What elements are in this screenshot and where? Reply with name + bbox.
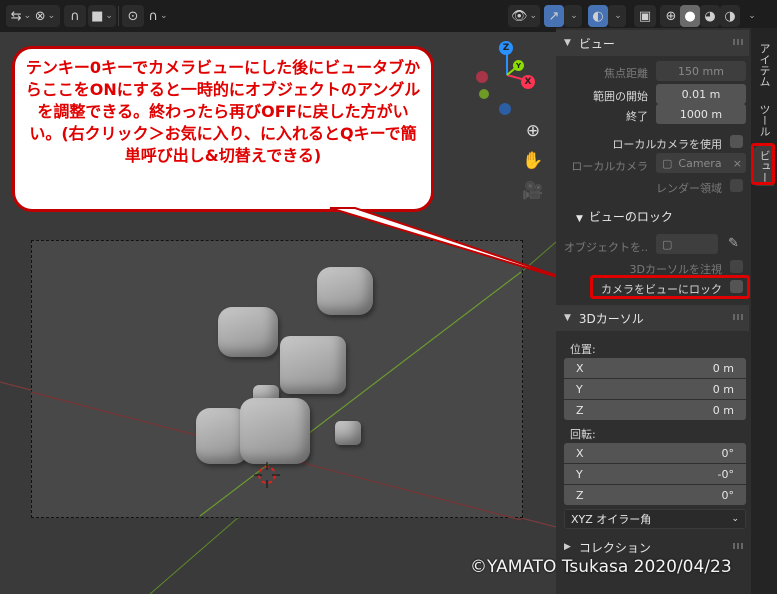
camera-lock-highlight-box <box>590 275 750 299</box>
focal-length-label: 焦点距離 <box>604 67 648 80</box>
drag-grip-icon[interactable] <box>733 543 743 549</box>
axis-label: Z <box>576 403 584 417</box>
local-camera-label: ローカルカメラ <box>571 160 648 173</box>
axis-value: 0° <box>721 446 735 460</box>
local-camera-checkbox[interactable] <box>730 135 743 148</box>
rotation-mode-value: XYZ オイラー角 <box>571 513 652 526</box>
view-panel-title: ビュー <box>578 36 615 51</box>
clip-start-label: 範囲の開始 <box>593 90 648 103</box>
chevron-down-icon: ⌄ <box>731 514 739 524</box>
expand-triangle-icon: ▼ <box>564 313 571 323</box>
lock-object-label: オブジェクトを.. <box>564 241 648 254</box>
axis-label: Y <box>576 382 583 396</box>
axis-value: 0° <box>721 488 735 502</box>
cursor-rotation-y[interactable]: Y -0° <box>564 464 746 484</box>
cursor-panel-header[interactable]: ▼ 3Dカーソル <box>556 305 749 331</box>
local-camera-toggle-label: ローカルカメラを使用 <box>612 138 722 151</box>
cursor-rotation-x[interactable]: X 0° <box>564 443 746 463</box>
object-icon: ▢ <box>662 237 673 251</box>
axis-value: 0 m <box>712 382 734 396</box>
cursor-panel-title: 3Dカーソル <box>578 311 644 326</box>
render-region-label: レンダー領域 <box>656 182 722 195</box>
cursor-lock-checkbox[interactable] <box>730 260 743 273</box>
tab-tool-label: ツール <box>758 103 771 137</box>
axis-value: 0 m <box>712 361 734 375</box>
eyedropper-icon[interactable]: ✎ <box>728 236 739 251</box>
axis-label: X <box>576 361 584 375</box>
sidebar-tabs: アイテム ツール ビュー <box>751 28 777 594</box>
cursor-rotation-label: 回転: <box>570 428 596 441</box>
cursor-location-label: 位置: <box>570 343 596 356</box>
drag-grip-icon[interactable] <box>733 314 743 320</box>
tab-tool[interactable]: ツール <box>754 98 774 142</box>
view-panel-header[interactable]: ▼ ビュー <box>556 30 749 56</box>
copyright-text: ©YAMATO Tsukasa 2020/04/23 <box>470 557 732 577</box>
axis-value: -0° <box>717 467 734 481</box>
local-camera-value: Camera <box>678 156 722 170</box>
clip-start-field[interactable]: 0.01 m <box>656 84 746 104</box>
drag-grip-icon[interactable] <box>733 39 743 45</box>
cursor-location-z[interactable]: Z 0 m <box>564 400 746 420</box>
focal-length-field[interactable]: 150 mm <box>656 61 746 81</box>
axis-label: Z <box>576 488 584 502</box>
axis-label: Y <box>576 467 583 481</box>
camera-icon: ▢ <box>662 156 673 170</box>
axis-label: X <box>576 446 584 460</box>
view-lock-header[interactable]: ▼ ビューのロック <box>576 208 673 225</box>
collection-panel-title: コレクション <box>578 540 651 555</box>
axis-value: 0 m <box>712 403 734 417</box>
view-lock-title: ビューのロック <box>588 210 673 224</box>
cursor-location-y[interactable]: Y 0 m <box>564 379 746 399</box>
expand-triangle-icon: ▼ <box>564 38 571 48</box>
sidebar: ▼ ビュー 焦点距離 150 mm 範囲の開始 0.01 m 終了 1000 m… <box>556 28 751 594</box>
lock-object-field[interactable]: ▢ <box>656 234 718 254</box>
expand-triangle-icon: ▼ <box>576 214 583 224</box>
cursor-location-x[interactable]: X 0 m <box>564 358 746 378</box>
clip-end-label: 終了 <box>626 110 648 123</box>
collapsed-triangle-icon: ▶ <box>564 542 571 552</box>
tab-item-label: アイテム <box>758 43 771 87</box>
rotation-mode-select[interactable]: XYZ オイラー角 ⌄ <box>564 509 746 529</box>
clear-icon[interactable]: × <box>733 157 742 170</box>
clip-end-field[interactable]: 1000 m <box>656 104 746 124</box>
local-camera-field[interactable]: ▢ Camera × <box>656 153 746 173</box>
tab-highlight-box <box>751 143 775 185</box>
render-region-checkbox[interactable] <box>730 179 743 192</box>
cursor-rotation-z[interactable]: Z 0° <box>564 485 746 505</box>
tab-item[interactable]: アイテム <box>754 36 774 94</box>
